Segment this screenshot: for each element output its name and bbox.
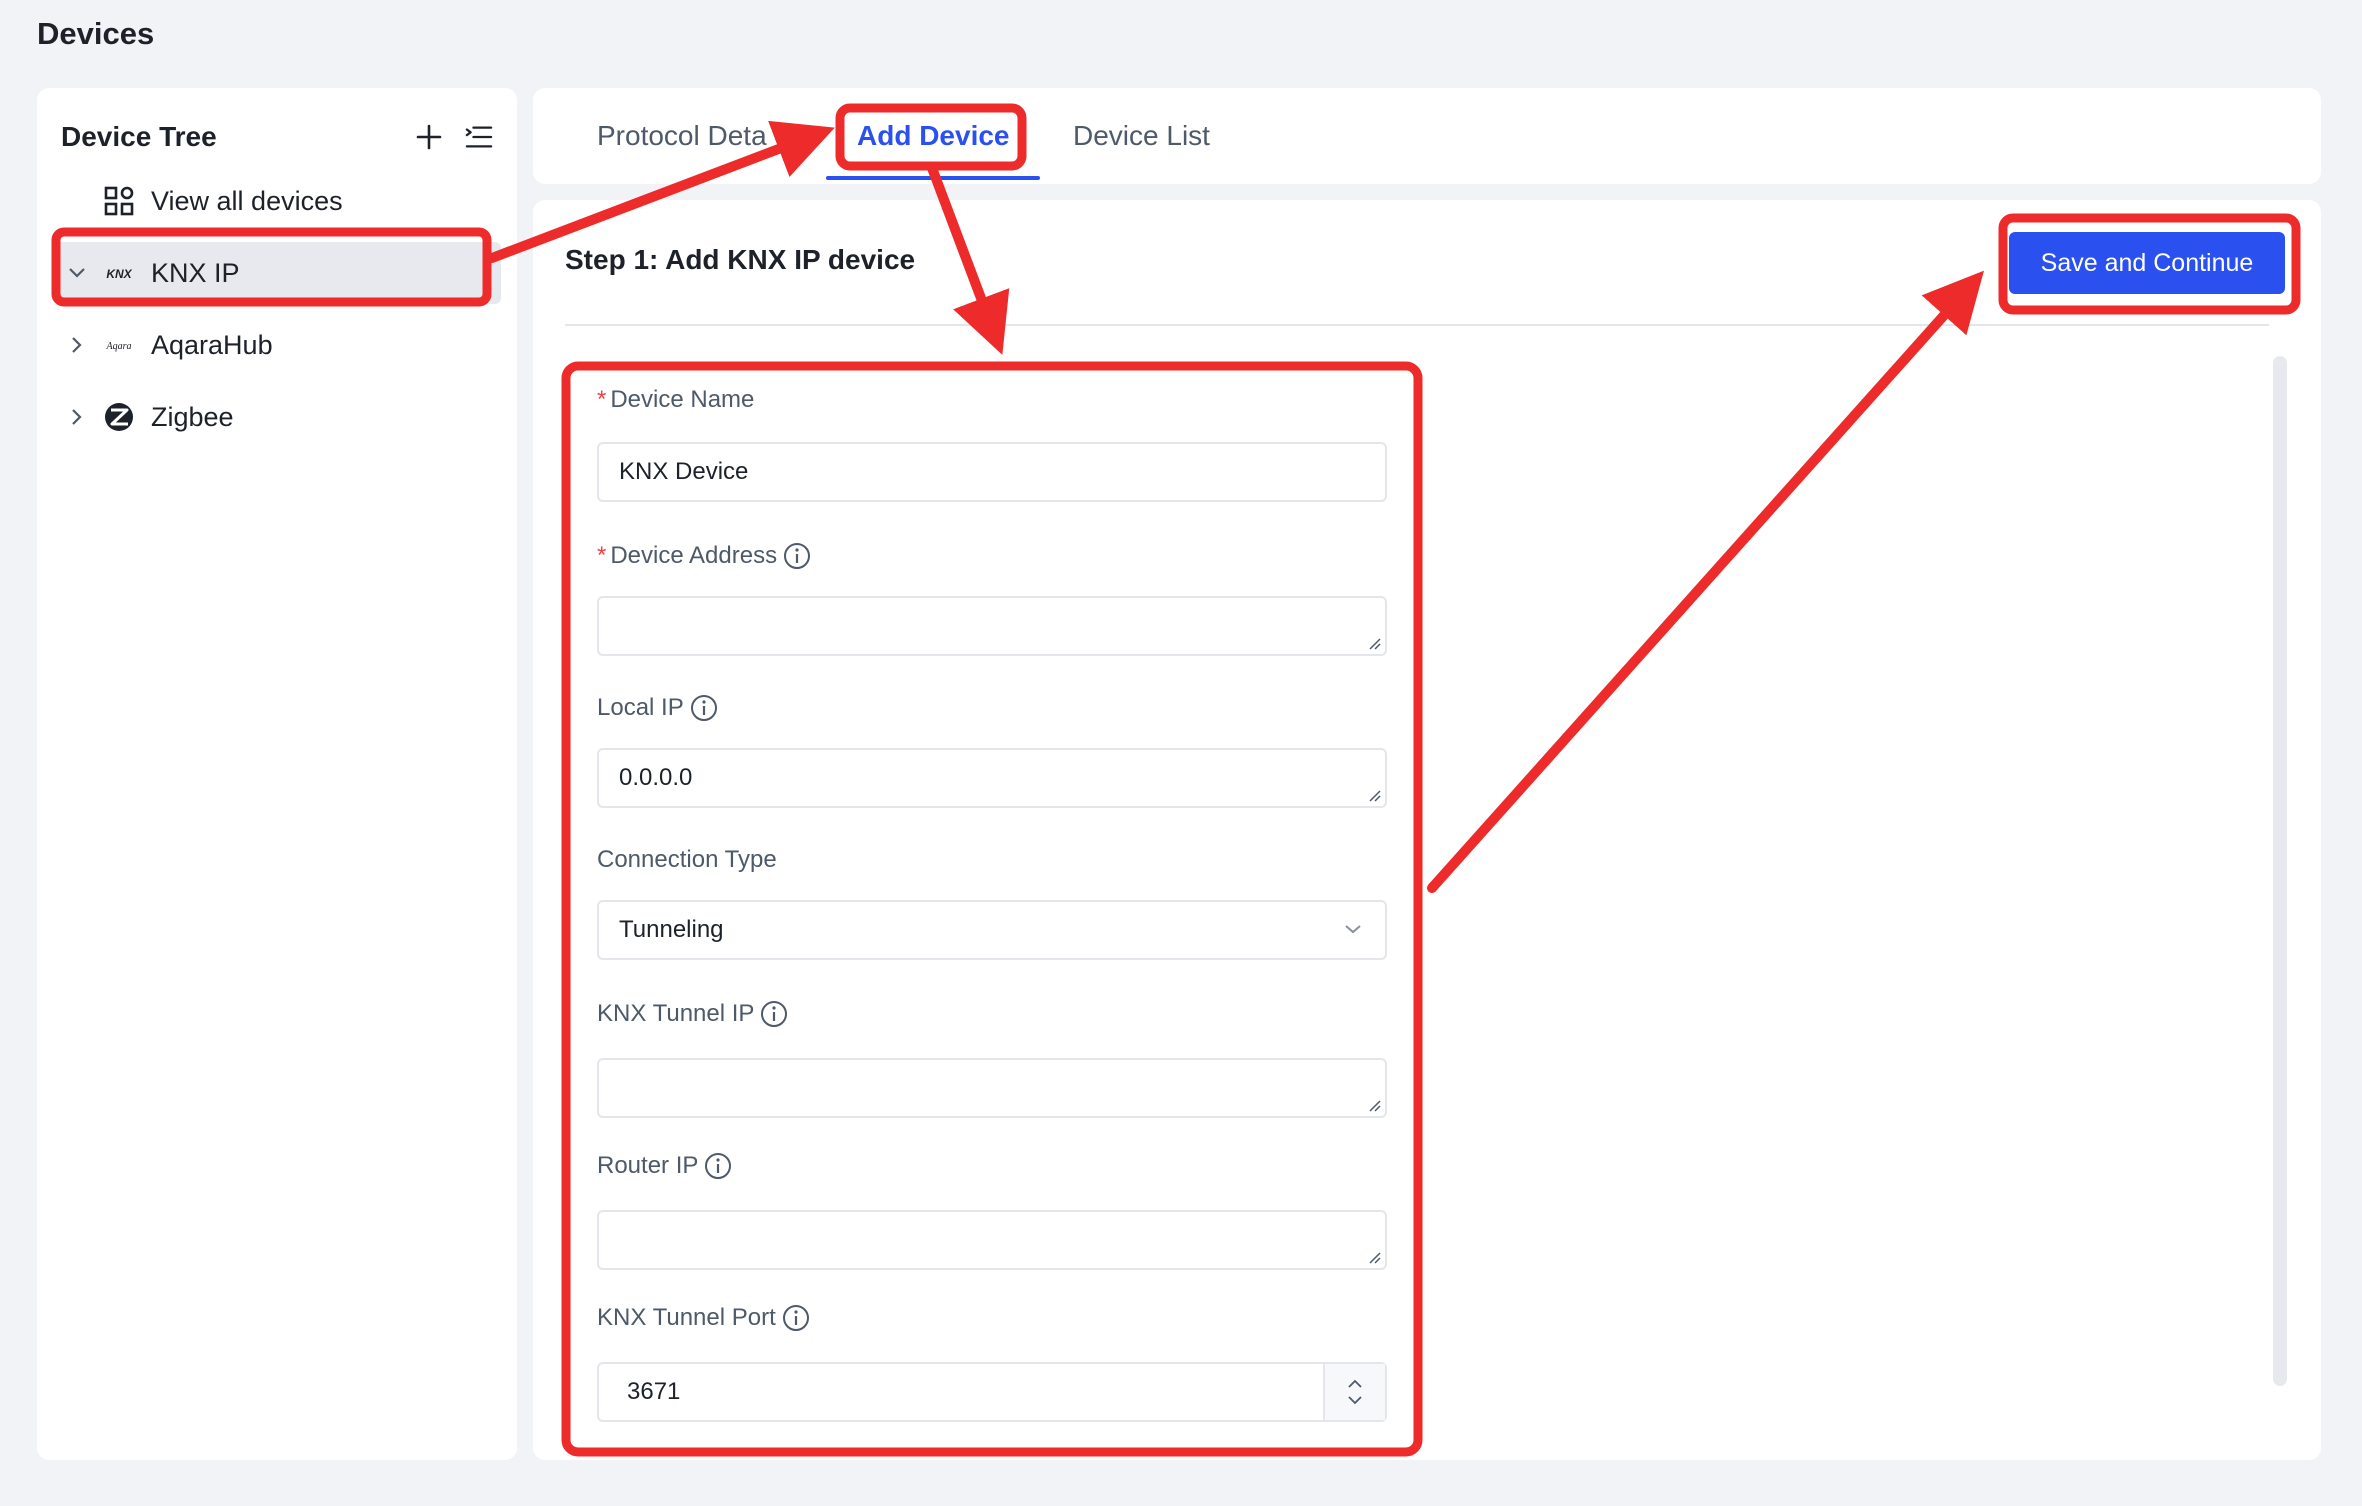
knx-tunnel-ip-label: KNX Tunnel IP bbox=[597, 1000, 788, 1028]
main-panel: Step 1: Add KNX IP device Save and Conti… bbox=[533, 200, 2321, 1460]
device-address-input[interactable] bbox=[597, 596, 1387, 656]
device-tree-title: Device Tree bbox=[61, 121, 217, 152]
device-tree-panel: Device Tree View all devices KNX KNX IP bbox=[37, 88, 517, 1460]
device-name-input[interactable]: KNX Device bbox=[597, 442, 1387, 502]
connection-type-select[interactable]: Tunneling bbox=[597, 900, 1387, 960]
sidebar-item-label: Zigbee bbox=[151, 401, 234, 432]
page-title: Devices bbox=[37, 16, 155, 51]
sidebar-item-label: AqaraHub bbox=[151, 329, 273, 360]
info-icon[interactable] bbox=[782, 1304, 810, 1332]
svg-text:Aqara: Aqara bbox=[106, 341, 132, 352]
knx-tunnel-ip-input[interactable] bbox=[597, 1058, 1387, 1118]
add-icon[interactable] bbox=[415, 123, 443, 151]
collapse-tree-icon[interactable] bbox=[465, 123, 493, 151]
required-asterisk: * bbox=[597, 386, 607, 413]
sidebar-item-aqarahub[interactable]: Aqara AqaraHub bbox=[53, 314, 501, 376]
device-address-label: * Device Address bbox=[597, 542, 811, 570]
local-ip-input[interactable]: 0.0.0.0 bbox=[597, 748, 1387, 808]
grid-icon bbox=[101, 183, 137, 219]
sidebar-item-view-all-devices[interactable]: View all devices bbox=[53, 170, 501, 232]
knx-logo-icon: KNX bbox=[101, 255, 137, 291]
sidebar-item-knx-ip[interactable]: KNX KNX IP bbox=[53, 242, 501, 304]
required-asterisk: * bbox=[597, 542, 607, 569]
info-icon[interactable] bbox=[690, 694, 718, 722]
chevron-down-icon[interactable] bbox=[1347, 1395, 1363, 1405]
chevron-right-icon[interactable] bbox=[65, 336, 89, 354]
sidebar-item-label: View all devices bbox=[151, 185, 343, 216]
knx-tunnel-port-input[interactable]: 3671 bbox=[597, 1362, 1387, 1422]
knx-tunnel-port-label: KNX Tunnel Port bbox=[597, 1304, 810, 1332]
divider bbox=[565, 324, 2269, 326]
info-icon[interactable] bbox=[760, 1000, 788, 1028]
router-ip-label: Router IP bbox=[597, 1152, 732, 1180]
save-and-continue-button[interactable]: Save and Continue bbox=[2009, 232, 2285, 294]
step-title: Step 1: Add KNX IP device bbox=[565, 244, 916, 275]
chevron-right-icon[interactable] bbox=[65, 408, 89, 426]
connection-type-label: Connection Type bbox=[597, 846, 777, 873]
tab-device-list[interactable]: Device List bbox=[1073, 88, 1210, 184]
tabs-bar: Protocol Deta Add Device Device List bbox=[533, 88, 2321, 184]
device-name-label: * Device Name bbox=[597, 386, 755, 413]
zigbee-logo-icon bbox=[101, 399, 137, 435]
chevron-up-icon[interactable] bbox=[1347, 1379, 1363, 1389]
sidebar-item-label: KNX IP bbox=[151, 257, 240, 288]
aqara-logo-icon: Aqara bbox=[101, 327, 137, 363]
info-icon[interactable] bbox=[783, 542, 811, 570]
device-tree-header: Device Tree bbox=[61, 112, 493, 162]
tab-protocol-details[interactable]: Protocol Deta bbox=[597, 88, 767, 184]
tab-add-device[interactable]: Add Device bbox=[857, 88, 1010, 184]
number-stepper[interactable] bbox=[1323, 1364, 1385, 1420]
scrollbar[interactable] bbox=[2273, 356, 2287, 1386]
info-icon[interactable] bbox=[704, 1152, 732, 1180]
svg-text:KNX: KNX bbox=[106, 267, 132, 281]
chevron-down-icon[interactable] bbox=[65, 267, 89, 279]
local-ip-label: Local IP bbox=[597, 694, 718, 722]
active-tab-indicator bbox=[826, 176, 1040, 180]
chevron-down-icon bbox=[1345, 925, 1361, 934]
router-ip-input[interactable] bbox=[597, 1210, 1387, 1270]
sidebar-item-zigbee[interactable]: Zigbee bbox=[53, 386, 501, 448]
